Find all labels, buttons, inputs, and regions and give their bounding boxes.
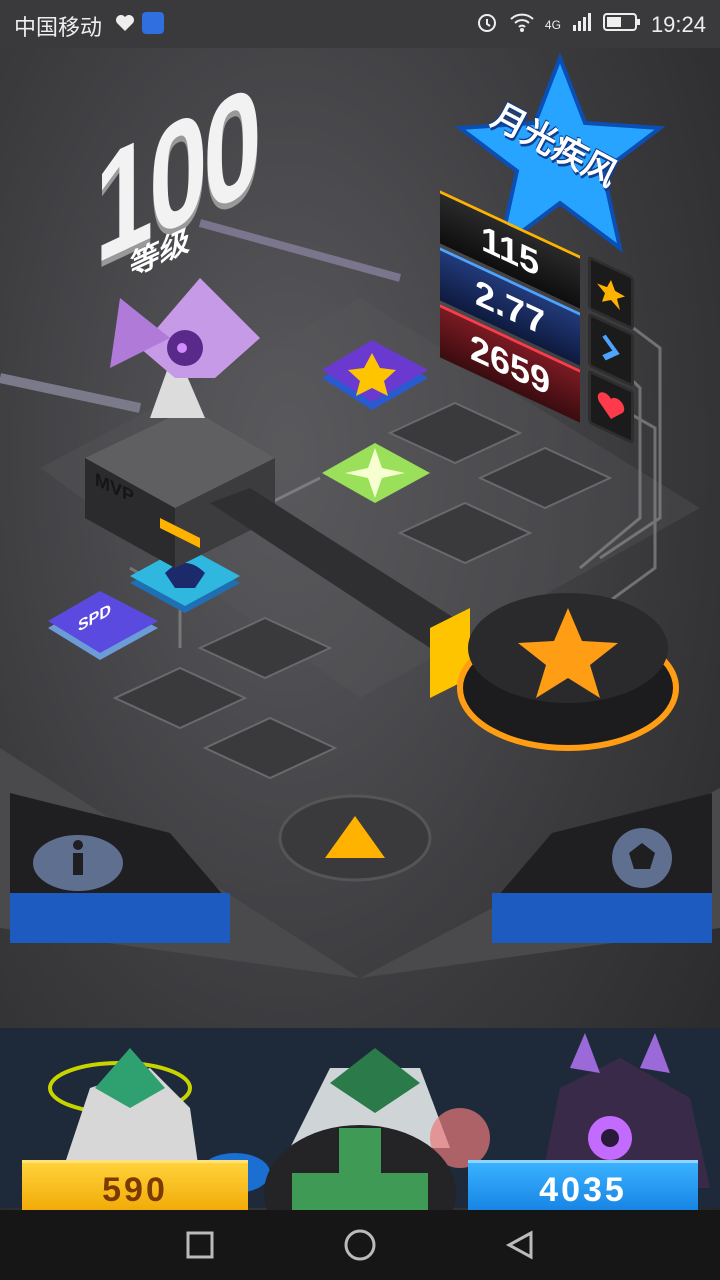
info-button[interactable] [10,793,230,943]
clock-time: 19:24 [650,12,706,37]
skill-ball-button[interactable] [492,793,712,943]
signal-icon [571,11,593,39]
add-character-button[interactable] [262,1113,458,1210]
status-bar: 中国移动 4G 19:24 [0,0,720,48]
game-scene: 100 等级 月光疾风 115 2.77 2659 MVP SPD [0,48,720,1210]
alarm-icon [475,10,499,40]
battery-icon [602,12,641,38]
star-action-button[interactable] [457,593,679,751]
back-icon[interactable] [505,1230,535,1260]
speed-tile[interactable] [48,591,158,660]
navigation-bar [0,1210,720,1280]
carrier-name: 中国移动 [14,15,103,40]
ball-icon [612,828,672,888]
wifi-icon [509,11,535,39]
upgrade-arrow-button[interactable] [278,794,432,882]
home-icon[interactable] [343,1228,377,1262]
network-type: 4G [544,18,561,32]
recent-apps-icon[interactable] [185,1230,215,1260]
heart-rate-icon [114,12,136,40]
baidu-app-icon [142,12,164,34]
info-icon [73,840,83,875]
